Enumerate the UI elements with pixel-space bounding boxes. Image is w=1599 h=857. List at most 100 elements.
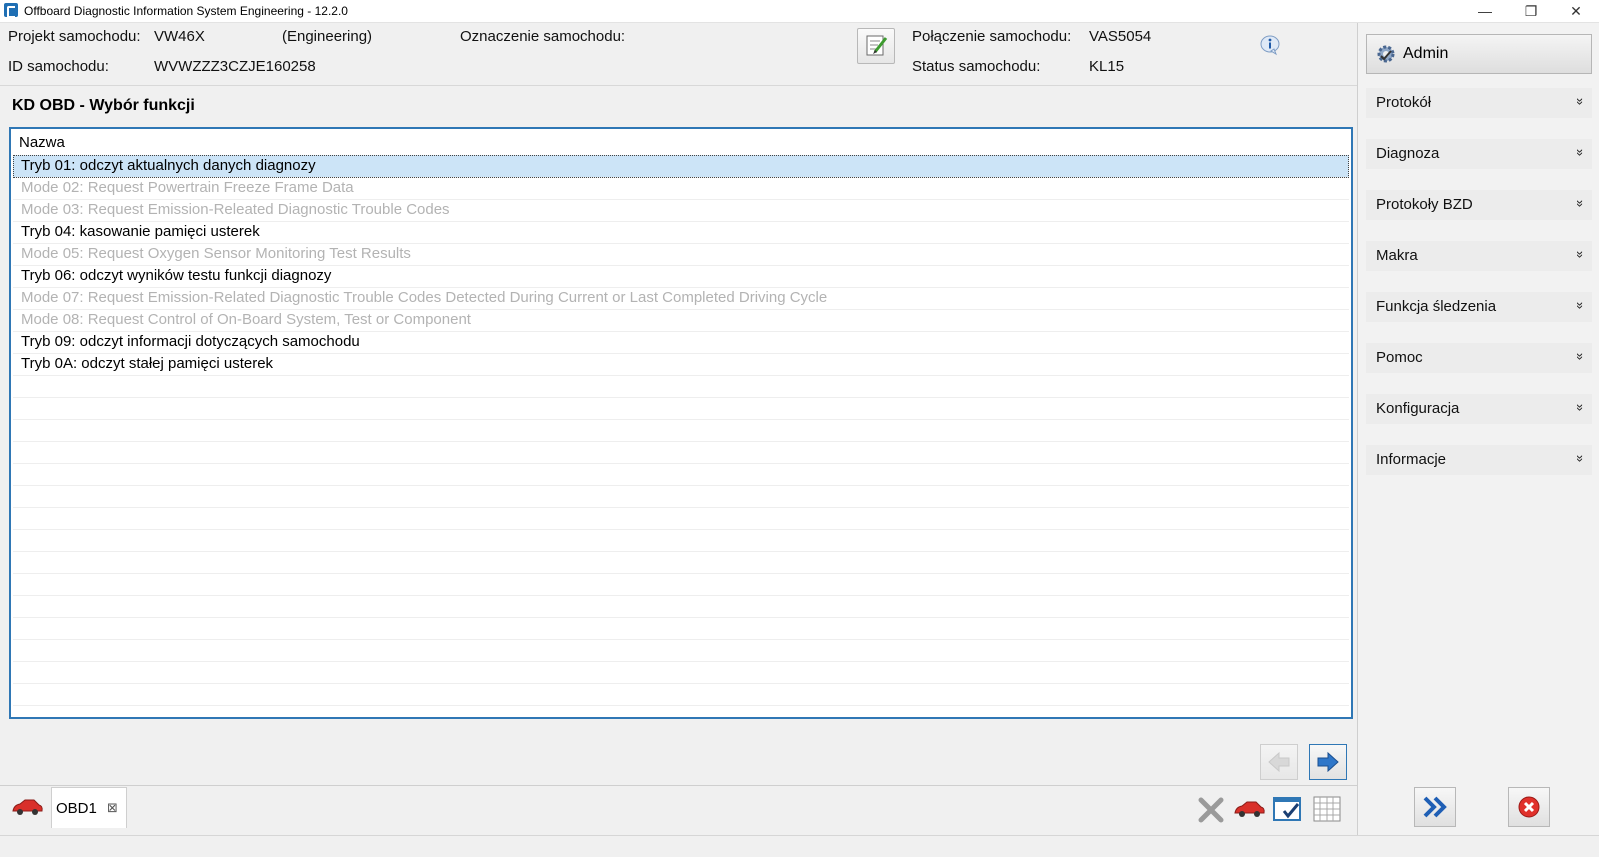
menu-item-diagnoza[interactable]: Diagnoza » (1366, 139, 1592, 169)
chevron-down-icon: » (1572, 403, 1588, 412)
arrow-left-icon (1268, 751, 1290, 773)
menu-item-protokoly-bzd[interactable]: Protokoły BZD » (1366, 190, 1592, 220)
menu-item-informacje[interactable]: Informacje » (1366, 445, 1592, 475)
list-item[interactable]: Mode 03: Request Emission-Releated Diagn… (13, 199, 1349, 222)
forward-button[interactable] (1309, 744, 1347, 780)
chevron-down-icon: » (1572, 97, 1588, 106)
menu-item-funkcja-sledzenia[interactable]: Funkcja śledzenia » (1366, 292, 1592, 322)
list-item[interactable]: Mode 07: Request Emission-Related Diagno… (13, 287, 1349, 310)
empty-row (13, 683, 1349, 706)
chevron-down-icon: » (1572, 148, 1588, 157)
admin-button[interactable]: Admin (1366, 34, 1592, 74)
list-item[interactable]: Mode 02: Request Powertrain Freeze Frame… (13, 177, 1349, 200)
menu-item-konfiguracja[interactable]: Konfiguracja » (1366, 394, 1592, 424)
status-bar (0, 835, 1599, 857)
checkbox-window-icon[interactable] (1272, 794, 1304, 824)
list-item[interactable]: Mode 05: Request Oxygen Sensor Monitorin… (13, 243, 1349, 266)
app-logo-icon (4, 3, 18, 18)
empty-row (13, 485, 1349, 508)
project-label: Projekt samochodu: (8, 28, 141, 45)
designation-label: Oznaczenie samochodu: (460, 28, 626, 45)
page-title: KD OBD - Wybór funkcji (12, 97, 195, 114)
column-header-name[interactable]: Nazwa (19, 134, 65, 151)
list-item-text: Tryb 06: odczyt wyników testu funkcji di… (21, 267, 332, 284)
edit-note-icon (866, 35, 888, 56)
fast-forward-button[interactable] (1414, 787, 1456, 827)
chevron-down-icon: » (1572, 199, 1588, 208)
cancel-x-icon[interactable] (1196, 795, 1226, 825)
menu-item-label: Konfiguracja (1376, 400, 1460, 417)
close-tab-icon[interactable]: ⊠ (107, 800, 118, 816)
list-item[interactable]: Tryb 06: odczyt wyników testu funkcji di… (13, 265, 1349, 288)
list-item-text: Mode 02: Request Powertrain Freeze Frame… (21, 179, 354, 196)
empty-row (13, 617, 1349, 640)
empty-row (13, 375, 1349, 398)
minimize-button[interactable]: — (1462, 0, 1508, 22)
status-label: Status samochodu: (912, 58, 1041, 75)
menu-item-label: Protokoły BZD (1376, 196, 1473, 213)
empty-row (13, 639, 1349, 662)
empty-row (13, 529, 1349, 552)
list-item[interactable]: Mode 08: Request Control of On-Board Sys… (13, 309, 1349, 332)
list-item-text: Tryb 04: kasowanie pamięci usterek (21, 223, 260, 240)
status-value: KL15 (1089, 58, 1125, 75)
menu-item-protokol[interactable]: Protokół » (1366, 88, 1592, 118)
vehicle-id-value: WVWZZZ3CZJE160258 (154, 58, 316, 75)
restore-button[interactable]: ❐ (1508, 0, 1554, 22)
empty-row (13, 573, 1349, 596)
menu-item-label: Makra (1376, 247, 1418, 264)
arrow-right-icon (1317, 751, 1339, 773)
menu-item-pomoc[interactable]: Pomoc » (1366, 343, 1592, 373)
tab-label: OBD1 (56, 800, 97, 817)
grid-table-icon[interactable] (1311, 794, 1343, 824)
list-item[interactable]: Tryb 0A: odczyt stałej pamięci usterek (13, 353, 1349, 376)
list-item-text: Tryb 0A: odczyt stałej pamięci usterek (21, 355, 274, 372)
list-item-text: Mode 08: Request Control of On-Board Sys… (21, 311, 471, 328)
project-mode: (Engineering) (282, 28, 373, 45)
exit-button[interactable] (1508, 787, 1550, 827)
list-item-text: Tryb 01: odczyt aktualnych danych diagno… (21, 157, 316, 174)
connection-value: VAS5054 (1089, 28, 1152, 45)
vehicle-id-label: ID samochodu: (8, 58, 109, 75)
close-window-button[interactable]: ✕ (1553, 0, 1599, 22)
info-icon[interactable] (1259, 34, 1280, 56)
title-bar: Offboard Diagnostic Information System E… (0, 0, 1599, 23)
menu-item-label: Diagnoza (1376, 145, 1440, 162)
vehicle-info-header: Projekt samochodu: VW46X (Engineering) O… (0, 23, 1357, 86)
chevron-down-icon: » (1572, 352, 1588, 361)
empty-row (13, 661, 1349, 684)
double-chevron-right-icon (1423, 796, 1447, 818)
empty-row (13, 441, 1349, 464)
empty-row (13, 595, 1349, 618)
list-item-text: Tryb 09: odczyt informacji dotyczących s… (21, 333, 360, 350)
list-item[interactable]: Tryb 01: odczyt aktualnych danych diagno… (13, 155, 1349, 178)
menu-item-label: Funkcja śledzenia (1376, 298, 1497, 315)
empty-row (13, 463, 1349, 486)
back-button[interactable] (1260, 744, 1298, 780)
project-value: VW46X (154, 28, 205, 45)
list-item[interactable]: Tryb 04: kasowanie pamięci usterek (13, 221, 1349, 244)
window-title: Offboard Diagnostic Information System E… (24, 4, 348, 18)
empty-row (13, 397, 1349, 420)
empty-row (13, 551, 1349, 574)
vehicle-car-icon[interactable] (10, 796, 44, 818)
list-item-text: Mode 03: Request Emission-Releated Diagn… (21, 201, 450, 218)
chevron-down-icon: » (1572, 301, 1588, 310)
menu-item-label: Pomoc (1376, 349, 1423, 366)
empty-row (13, 419, 1349, 442)
tab-obd1[interactable]: OBD1 ⊠ (51, 787, 127, 828)
list-item[interactable]: Tryb 09: odczyt informacji dotyczących s… (13, 331, 1349, 354)
menu-item-label: Informacje (1376, 451, 1447, 468)
menu-item-makra[interactable]: Makra » (1366, 241, 1592, 271)
admin-label: Admin (1403, 45, 1449, 62)
edit-designation-button[interactable] (857, 28, 895, 64)
menu-item-label: Protokół (1376, 94, 1432, 111)
chevron-down-icon: » (1572, 250, 1588, 259)
connection-label: Połączenie samochodu: (912, 28, 1072, 45)
admin-gear-icon (1377, 45, 1395, 63)
list-item-text: Mode 07: Request Emission-Related Diagno… (21, 289, 828, 306)
close-red-icon (1518, 796, 1540, 818)
vehicle-car-icon[interactable] (1232, 798, 1266, 820)
chevron-down-icon: » (1572, 454, 1588, 463)
list-item-text: Mode 05: Request Oxygen Sensor Monitorin… (21, 245, 411, 262)
